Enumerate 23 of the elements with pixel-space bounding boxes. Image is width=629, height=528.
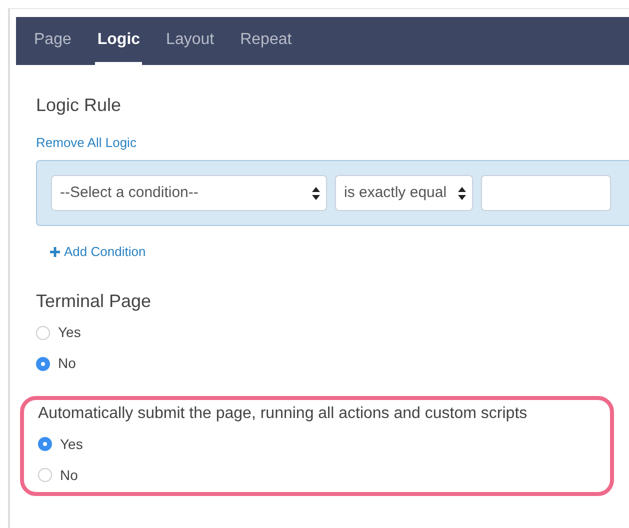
section-title: Terminal Page (36, 290, 152, 312)
radio-button[interactable] (36, 326, 50, 340)
updown-arrows-icon (312, 186, 320, 200)
radio-button[interactable] (38, 437, 52, 452)
tab[interactable]: Logic (95, 17, 142, 65)
radio-button[interactable] (38, 468, 52, 482)
updown-arrows-icon (458, 186, 466, 200)
plus-icon (50, 246, 60, 257)
add-condition-link[interactable]: Add Condition (50, 242, 146, 262)
radio-label[interactable]: Yes (60, 434, 83, 455)
radio-label[interactable]: No (58, 353, 76, 374)
section-title: Automatically submit the page, running all actions and custom scripts (38, 404, 528, 424)
section-title: Logic Rule (36, 95, 122, 117)
tab[interactable]: Layout (164, 17, 216, 65)
radio-label[interactable]: Yes (58, 322, 81, 344)
value-field[interactable] (481, 175, 611, 212)
operator-select[interactable]: is exactly equal (335, 175, 473, 212)
condition-select[interactable]: --Select a condition-- (51, 175, 327, 212)
tab[interactable]: Repeat (238, 17, 294, 65)
tab[interactable]: Page (32, 17, 74, 65)
radio-label[interactable]: No (60, 464, 78, 486)
remove-all-logic-link[interactable]: Remove All Logic (36, 132, 136, 152)
radio-button[interactable] (36, 356, 50, 371)
